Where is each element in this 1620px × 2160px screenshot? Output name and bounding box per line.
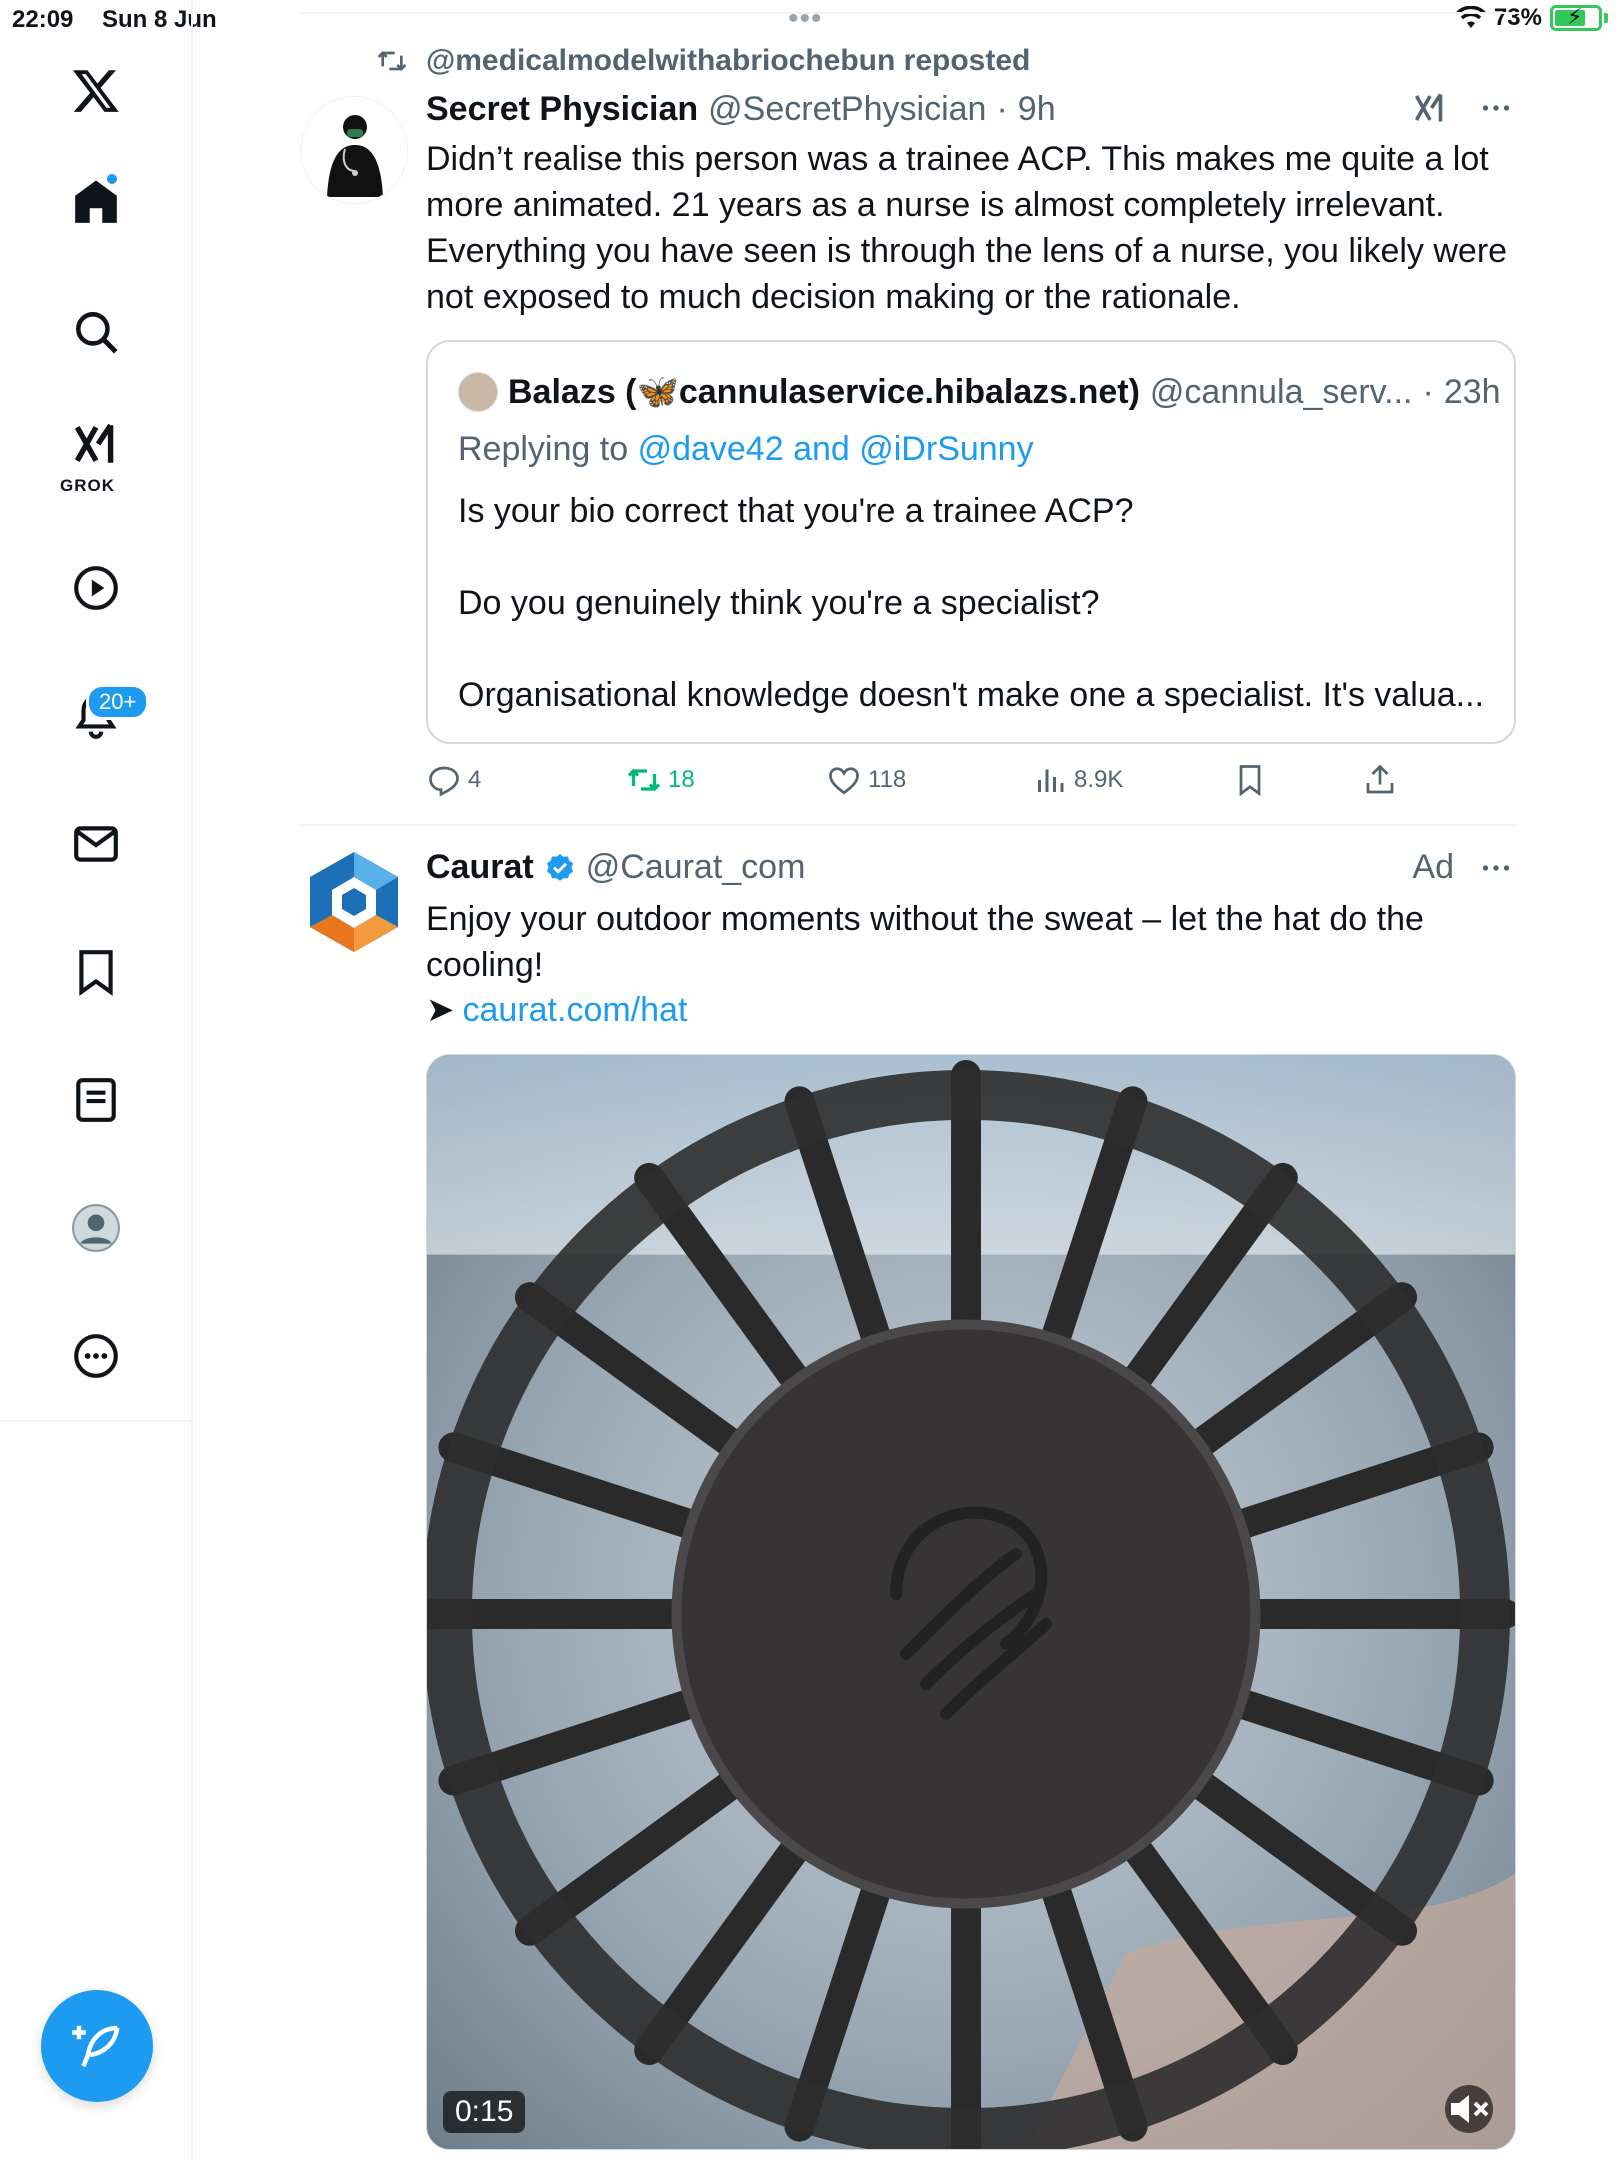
status-indicators: 73% ⚡ <box>1456 4 1608 32</box>
caurat-logo-avatar[interactable] <box>300 848 408 956</box>
mail-icon[interactable] <box>56 804 136 884</box>
more-options-icon[interactable] <box>1478 850 1514 886</box>
quote-header: Balazs (🦋cannulaservice.hibalazs.net) @c… <box>458 372 1501 412</box>
video-duration: 0:15 <box>443 2091 526 2133</box>
compose-feather-icon <box>72 2025 120 2068</box>
reply-button[interactable]: 4 <box>426 762 481 798</box>
dot-separator: · <box>1422 372 1434 411</box>
repost-button[interactable]: 18 <box>626 762 695 798</box>
home-unread-dot <box>105 172 119 186</box>
compose-button[interactable] <box>41 1990 153 2102</box>
status-bar: 22:09 Sun 8 Jun ••• 73% ⚡ <box>0 0 1620 40</box>
wifi-icon <box>1456 6 1486 28</box>
like-button[interactable]: 118 <box>826 762 906 798</box>
top-divider <box>300 12 1520 14</box>
quote-line: Do you genuinely think you're a speciali… <box>458 584 1100 622</box>
repost-text: @medicalmodelwithabriochebun reposted <box>426 44 1031 77</box>
repost-count: 18 <box>668 766 695 793</box>
quote-line: Organisational knowledge doesn't make on… <box>458 676 1485 714</box>
ad-label: Ad <box>1412 848 1454 886</box>
battery-icon: ⚡ <box>1550 4 1602 31</box>
more-options-icon[interactable] <box>1478 90 1514 126</box>
grok-explain-icon[interactable] <box>1410 90 1450 126</box>
quote-replying-to: Replying to @dave42 and @iDrSunny <box>458 430 1034 469</box>
replying-to-users[interactable]: @dave42 and @iDrSunny <box>638 430 1034 468</box>
bookmark-button[interactable] <box>1232 762 1268 798</box>
view-count: 8.9K <box>1074 766 1124 793</box>
verified-badge-icon <box>546 853 573 881</box>
author-avatar[interactable] <box>300 96 408 204</box>
ad-header-actions: Ad <box>1412 848 1514 887</box>
profile-avatar-icon[interactable] <box>56 1188 136 1268</box>
tweet-header: Secret Physician @SecretPhysician · 9h <box>426 90 1056 129</box>
speaker-muted-icon <box>1451 2095 1489 2123</box>
tweet-divider <box>300 824 1516 826</box>
views-button[interactable]: 8.9K <box>1032 762 1123 798</box>
quote-avatar <box>458 372 498 412</box>
battery-percent: 73% <box>1493 4 1542 31</box>
tweet-header-actions <box>1410 90 1514 126</box>
grok-label: GROK <box>60 476 115 495</box>
search-icon[interactable] <box>56 292 136 372</box>
quote-time: 23h <box>1443 372 1501 411</box>
mute-button[interactable] <box>1445 2085 1493 2133</box>
quote-line: Is your bio correct that you're a traine… <box>458 492 1134 530</box>
quote-author-handle: @cannula_serv... <box>1149 372 1413 411</box>
repost-icon <box>627 768 661 792</box>
ad-author-handle[interactable]: @Caurat_com <box>586 848 806 887</box>
ad-author-name[interactable]: Caurat <box>426 848 534 887</box>
notification-badge: 20+ <box>86 684 150 720</box>
replying-prefix: Replying to <box>458 430 629 468</box>
more-icon[interactable] <box>56 1316 136 1396</box>
dot-separator: · <box>996 90 1008 128</box>
sidebar-divider <box>0 1420 192 1422</box>
ad-text: Enjoy your outdoor moments without the s… <box>426 900 1424 984</box>
repost-icon <box>377 51 407 71</box>
reply-icon <box>429 766 459 797</box>
ad-link-line: ➤ caurat.com/hat <box>426 990 687 1030</box>
ad-link[interactable]: caurat.com/hat <box>463 991 688 1030</box>
views-icon <box>1038 769 1064 792</box>
share-icon <box>1366 764 1394 794</box>
multitasking-dots-icon[interactable]: ••• <box>788 2 823 36</box>
tweet-time[interactable]: 9h <box>1018 90 1056 129</box>
repost-indicator[interactable]: @medicalmodelwithabriochebun reposted <box>376 44 1030 78</box>
bookmark-icon[interactable] <box>56 932 136 1012</box>
tweet-text: Didn’t realise this person was a trainee… <box>426 140 1508 316</box>
ad-header: Caurat @Caurat_com <box>426 848 805 887</box>
tweet-action-bar: 4 18 118 8.9K <box>426 762 1426 808</box>
quoted-tweet[interactable]: Balazs (🦋cannulaservice.hibalazs.net) @c… <box>426 340 1516 744</box>
quote-text: Is your bio correct that you're a traine… <box>458 488 1498 764</box>
arrow-icon: ➤ <box>426 991 455 1029</box>
heart-icon <box>829 767 859 795</box>
home-icon[interactable] <box>56 162 136 242</box>
sidebar: GROK 20+ <box>0 0 193 2160</box>
play-icon[interactable] <box>56 548 136 628</box>
video-thumbnail-fan-image <box>427 1055 1515 2149</box>
bookmark-icon <box>1239 765 1261 797</box>
grok-icon[interactable] <box>56 414 136 474</box>
ad-video[interactable]: 0:15 <box>426 1054 1516 2150</box>
list-icon[interactable] <box>56 1060 136 1140</box>
reply-count: 4 <box>468 766 482 793</box>
like-count: 118 <box>868 766 907 793</box>
author-name[interactable]: Secret Physician <box>426 90 698 129</box>
author-handle[interactable]: @SecretPhysician <box>708 90 986 129</box>
x-logo-icon[interactable] <box>56 50 136 130</box>
share-button[interactable] <box>1362 762 1398 798</box>
quote-author-name: Balazs (🦋cannulaservice.hibalazs.net) <box>508 373 1140 411</box>
